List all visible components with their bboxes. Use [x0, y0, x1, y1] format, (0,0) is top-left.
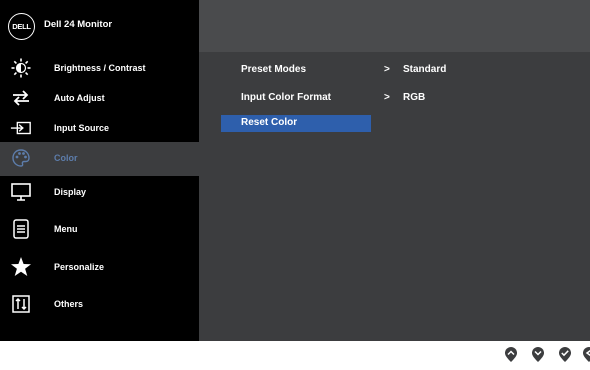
sidebar-item-label: Display	[54, 187, 87, 197]
sidebar-item-label: Input Source	[54, 123, 110, 133]
auto-adjust-icon	[10, 87, 32, 109]
brightness-icon	[10, 57, 32, 79]
sidebar-item-label: Personalize	[54, 262, 105, 272]
star-icon	[10, 256, 32, 278]
menu-row-label: Input Color Format	[241, 92, 331, 103]
menu-row-label: Reset Color	[241, 117, 298, 128]
menu-row-input-color-format[interactable]: Input Color Format > RGB	[221, 90, 481, 107]
menu-row-reset-color[interactable]: Reset Color	[221, 115, 481, 132]
others-icon	[10, 293, 32, 315]
back-button-icon[interactable]	[582, 347, 590, 363]
sidebar-item-display[interactable]: Display	[0, 176, 199, 210]
sidebar-item-personalize[interactable]: Personalize	[0, 251, 199, 285]
up-arrow-button-icon[interactable]	[504, 347, 518, 363]
osd-panel: DELL Dell 24 Monitor Brightness / Contra…	[0, 0, 590, 341]
input-source-icon	[10, 117, 32, 139]
dell-logo: DELL	[8, 13, 35, 40]
sidebar-item-label: Menu	[54, 224, 78, 234]
color-icon	[10, 147, 32, 169]
sidebar-item-auto-adjust[interactable]: Auto Adjust	[0, 82, 199, 116]
menu-icon	[10, 218, 32, 240]
display-icon	[10, 181, 32, 203]
sidebar-item-label: Auto Adjust	[54, 93, 105, 103]
menu-row-preset-modes[interactable]: Preset Modes > Standard	[221, 62, 481, 79]
down-arrow-button-icon[interactable]	[531, 347, 545, 363]
sidebar-item-label: Brightness / Contrast	[54, 63, 146, 73]
sidebar-item-brightness-contrast[interactable]: Brightness / Contrast	[0, 52, 199, 86]
menu-row-value: Standard	[403, 64, 447, 75]
menu-row-value: RGB	[403, 92, 426, 103]
sidebar-item-label: Others	[54, 299, 84, 309]
sidebar-item-input-source[interactable]: Input Source	[0, 112, 199, 146]
sidebar-item-others[interactable]: Others	[0, 288, 199, 322]
sidebar-item-color[interactable]: Color	[0, 142, 199, 176]
confirm-check-button-icon[interactable]	[558, 347, 572, 363]
menu-row-label: Preset Modes	[241, 64, 307, 75]
header-fill	[199, 0, 590, 52]
sidebar-item-menu[interactable]: Menu	[0, 213, 199, 247]
osd-header: DELL Dell 24 Monitor	[0, 0, 590, 52]
menu-row-arrow: >	[384, 92, 390, 103]
sidebar-item-label: Color	[54, 153, 78, 163]
menu-row-arrow: >	[384, 64, 390, 75]
monitor-title: Dell 24 Monitor	[44, 19, 113, 30]
